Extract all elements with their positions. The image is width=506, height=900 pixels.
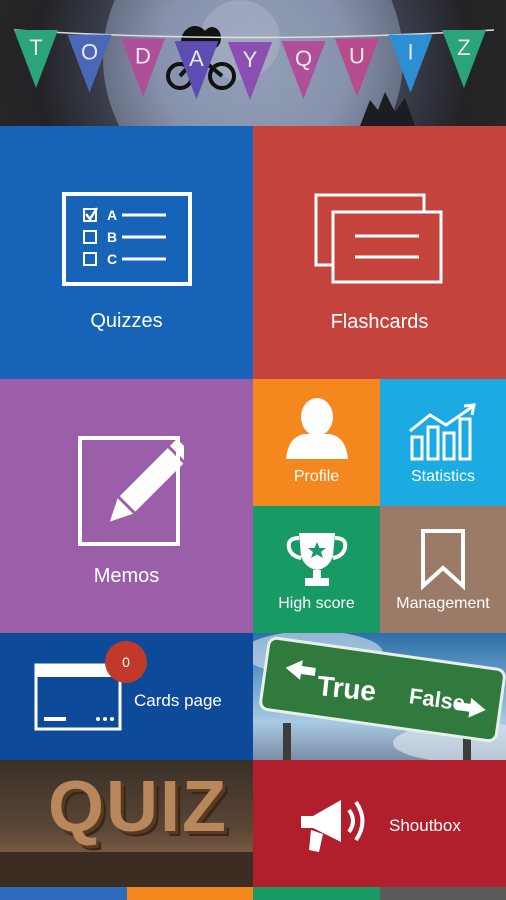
- bottom-tile-peek-1[interactable]: [0, 887, 127, 900]
- bunting-letter: Q: [295, 46, 312, 71]
- bunting-letter: Z: [457, 35, 470, 60]
- bookmark-icon: [421, 529, 465, 590]
- bunting-letter: Y: [243, 47, 258, 72]
- bunting-letter: U: [349, 43, 365, 68]
- tile-highscore-label: High score: [278, 595, 355, 612]
- tile-cards-page[interactable]: 0 Cards page: [0, 633, 253, 760]
- tile-quizzes[interactable]: A B C Quizzes: [0, 126, 253, 379]
- bunting-letter: A: [189, 46, 204, 71]
- header-artwork: TODAYQUIZ: [13, 0, 495, 126]
- trophy-icon: [286, 533, 348, 586]
- bunting-letter: I: [407, 40, 413, 65]
- tile-profile-label: Profile: [293, 468, 340, 485]
- bunting-letter: T: [29, 35, 42, 60]
- flashcards-icon: [314, 193, 443, 284]
- checklist-icon: A B C: [62, 192, 192, 286]
- bunting-letter: D: [135, 43, 151, 68]
- app-header-banner: TODAYQUIZ: [0, 0, 506, 126]
- tile-cards-page-label: Cards page: [134, 691, 222, 710]
- tile-flashcards-label: Flashcards: [330, 311, 429, 333]
- checklist-row-a: A: [107, 207, 117, 223]
- user-icon: [286, 398, 348, 459]
- tile-shoutbox[interactable]: Shoutbox: [253, 760, 506, 887]
- quiz-block-letters: QUIZ: [48, 767, 228, 847]
- bottom-tile-peek-4[interactable]: [380, 887, 506, 900]
- tile-memos-label: Memos: [93, 565, 160, 587]
- checklist-row-c: C: [107, 251, 117, 267]
- tile-true-false[interactable]: True False: [253, 633, 506, 760]
- tile-highscore[interactable]: High score: [253, 506, 380, 633]
- bottom-tile-peek-2[interactable]: [127, 887, 253, 900]
- tile-memos[interactable]: Memos: [0, 379, 253, 633]
- sign-true-text: True: [315, 669, 378, 708]
- bottom-tile-peek-3[interactable]: [253, 887, 380, 900]
- tile-flashcards[interactable]: Flashcards: [253, 126, 506, 379]
- tile-quiz-image[interactable]: QUIZ: [0, 760, 253, 887]
- megaphone-icon: [301, 800, 365, 852]
- tile-shoutbox-label: Shoutbox: [389, 816, 461, 835]
- tile-profile[interactable]: Profile: [253, 379, 380, 506]
- tile-statistics[interactable]: Statistics: [380, 379, 506, 506]
- bunting-letter: O: [81, 40, 98, 65]
- tile-management[interactable]: Management: [380, 506, 506, 633]
- checklist-row-b: B: [107, 229, 117, 245]
- tile-statistics-label: Statistics: [410, 468, 475, 485]
- cards-count-badge: 0: [105, 641, 147, 683]
- tile-management-label: Management: [396, 595, 490, 612]
- bar-chart-icon: [409, 403, 476, 461]
- true-false-sign-image: [253, 633, 506, 760]
- tile-quizzes-label: Quizzes: [90, 310, 163, 332]
- pencil-note-icon: [78, 436, 184, 546]
